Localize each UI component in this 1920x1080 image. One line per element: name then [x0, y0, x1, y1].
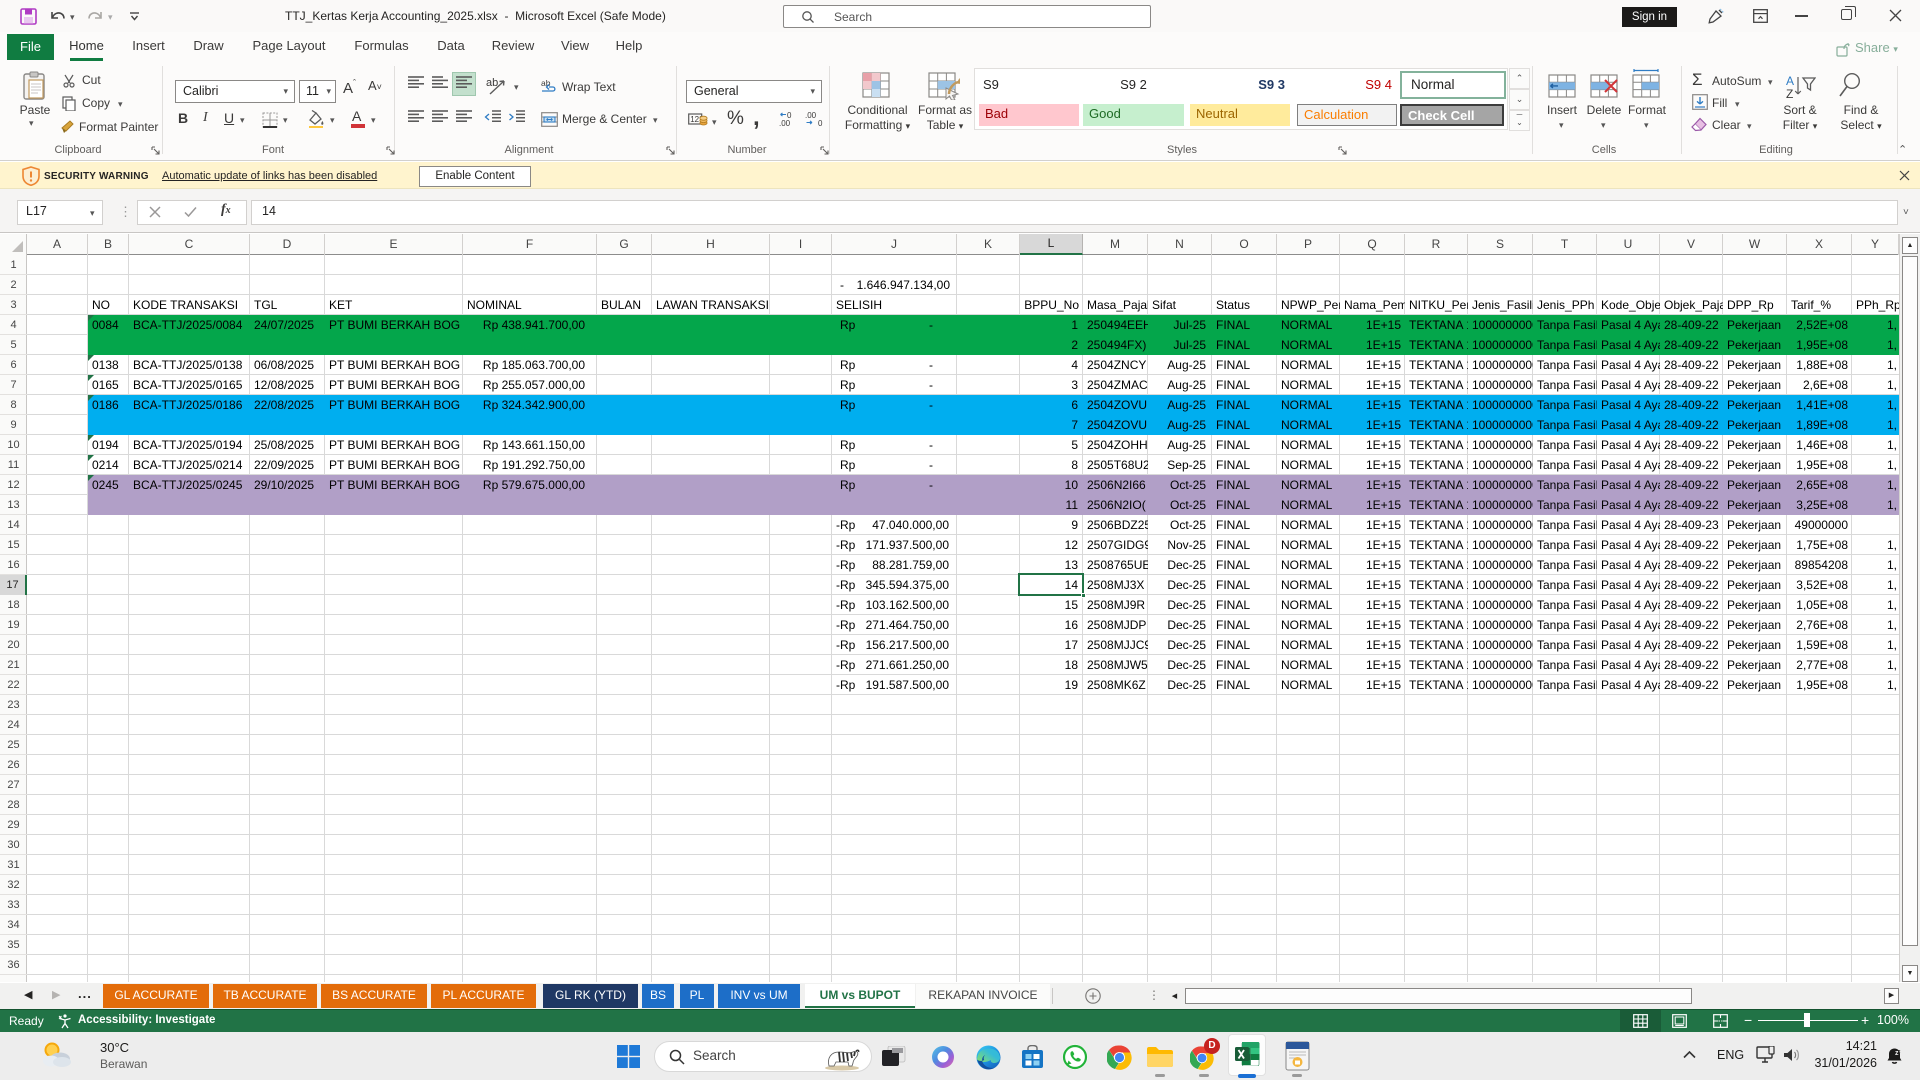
svg-text:.00: .00	[779, 119, 791, 128]
svg-text:Z: Z	[1786, 87, 1793, 100]
svg-text:z: z	[1898, 1049, 1901, 1055]
svg-text:.00: .00	[805, 111, 817, 120]
svg-text:A: A	[1786, 74, 1794, 88]
svg-text:0: 0	[818, 119, 823, 128]
